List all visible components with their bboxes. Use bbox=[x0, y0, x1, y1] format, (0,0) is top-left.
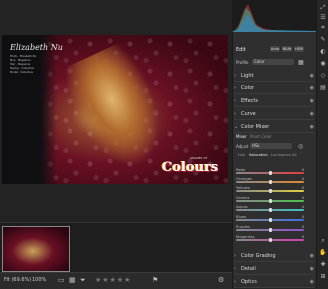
redeye-icon[interactable]: ◉ bbox=[319, 60, 327, 68]
chevron-right-icon: › bbox=[234, 265, 236, 272]
brand-logo: Colours bbox=[162, 160, 219, 175]
settings-icon[interactable]: ⚙ bbox=[218, 276, 224, 284]
targeted-adjust-icon[interactable]: ◎ bbox=[298, 143, 303, 150]
filter-icon[interactable]: ⏷ bbox=[80, 276, 86, 285]
subtab-hue[interactable]: Hue bbox=[238, 153, 245, 157]
profile-browser-icon[interactable]: ▦ bbox=[298, 59, 304, 66]
subtab-saturation[interactable]: Saturation bbox=[249, 153, 268, 157]
mask-icon[interactable]: ◐ bbox=[319, 48, 327, 56]
presets-icon[interactable]: ◇ bbox=[319, 72, 327, 80]
right-toolbar: ⤢ ☰ ⌗ ✎ ◐ ◉ ◇ ▤ ⌕ ✋ ✚ ⊞ bbox=[316, 0, 328, 288]
section-light[interactable]: › Light ◉ bbox=[234, 70, 314, 82]
filmstrip bbox=[0, 222, 232, 273]
auto-button[interactable]: Auto bbox=[270, 46, 280, 52]
slider-magentas[interactable]: Magentas 0 bbox=[236, 234, 304, 242]
main-photo[interactable]: Elizabeth Nu Photo · Elizabeth Nu Mua · … bbox=[2, 35, 228, 184]
filmstrip-thumbnail[interactable] bbox=[2, 226, 70, 272]
slider-handle[interactable] bbox=[268, 198, 272, 203]
status-bar: Fit (69.6%) 100% ▭ ▦ ⏷ ★★★★★ ⚑ ⚙ bbox=[0, 272, 232, 289]
credit-line: Styling · Collective bbox=[10, 67, 35, 70]
chevron-right-icon: › bbox=[234, 97, 236, 104]
flag-icon[interactable]: ⚑ bbox=[152, 276, 158, 284]
slider-greens[interactable]: Greens 0 bbox=[236, 195, 304, 203]
slider-yellows[interactable]: Yellows 0 bbox=[236, 185, 304, 193]
sampler-icon[interactable]: ✚ bbox=[319, 261, 327, 269]
visibility-icon[interactable]: ◉ bbox=[310, 85, 314, 91]
grid-icon[interactable]: ▦ bbox=[69, 276, 76, 284]
credit-line: Mua · Magazine bbox=[10, 59, 31, 62]
credit-line: Photo · Elizabeth Nu bbox=[10, 55, 37, 58]
chevron-down-icon: ⌄ bbox=[234, 123, 239, 130]
profile-select[interactable]: Color bbox=[252, 59, 294, 65]
histogram bbox=[232, 0, 316, 32]
section-effects[interactable]: › Effects ◉ bbox=[234, 95, 314, 107]
chevron-right-icon: › bbox=[234, 72, 236, 79]
filmstrip-icon[interactable]: ▭ bbox=[58, 276, 65, 284]
histogram-graph bbox=[232, 4, 316, 32]
photo-title: Elizabeth Nu bbox=[10, 43, 63, 52]
grid-overlay-icon[interactable]: ⊞ bbox=[319, 273, 327, 281]
section-detail[interactable]: › Detail ◉ bbox=[234, 263, 314, 275]
chevron-right-icon: › bbox=[234, 278, 236, 285]
slider-handle[interactable] bbox=[268, 170, 272, 175]
section-optics[interactable]: › Optics ◉ bbox=[234, 276, 314, 288]
fit-zoom-button[interactable]: Fit (69.6%) bbox=[4, 277, 31, 283]
credit-line: Hair · Magazine bbox=[10, 63, 31, 66]
section-color-mixer[interactable]: ⌄ Color Mixer ◉ bbox=[234, 121, 314, 133]
visibility-icon[interactable]: ◉ bbox=[310, 111, 314, 117]
subtab-luminance[interactable]: Luminance bbox=[271, 153, 291, 157]
hdr-button[interactable]: HDR bbox=[294, 46, 304, 52]
visibility-icon[interactable]: ◉ bbox=[310, 279, 314, 285]
chevron-right-icon: › bbox=[234, 110, 236, 117]
slider-blues[interactable]: Blues 0 bbox=[236, 214, 304, 222]
tab-mixer[interactable]: Mixer bbox=[236, 134, 247, 139]
section-color-grading[interactable]: › Color Grading ◉ bbox=[234, 250, 314, 262]
bw-button[interactable]: B&W bbox=[282, 46, 292, 52]
slider-handle[interactable] bbox=[268, 179, 272, 184]
visibility-icon[interactable]: ◉ bbox=[310, 253, 314, 259]
slider-handle[interactable] bbox=[268, 207, 272, 212]
slider-aquas[interactable]: Aquas 0 bbox=[236, 204, 304, 212]
remove-icon[interactable]: ✎ bbox=[319, 36, 327, 44]
visibility-icon[interactable]: ◉ bbox=[310, 73, 314, 79]
adjust-select[interactable]: HSL bbox=[250, 143, 292, 149]
credit-line: Model · Collective bbox=[10, 71, 33, 74]
section-curve[interactable]: › Curve ◉ bbox=[234, 108, 314, 120]
visibility-icon[interactable]: ◉ bbox=[310, 98, 314, 104]
slider-oranges[interactable]: Oranges 0 bbox=[236, 176, 304, 184]
visibility-icon[interactable]: ◉ bbox=[310, 266, 314, 272]
slider-handle[interactable] bbox=[268, 227, 272, 232]
chevron-right-icon: › bbox=[234, 84, 236, 91]
edit-icon[interactable]: ☰ bbox=[319, 14, 327, 22]
slider-purples[interactable]: Purples 0 bbox=[236, 224, 304, 232]
chevron-right-icon: › bbox=[234, 252, 236, 259]
crop-icon[interactable]: ⌗ bbox=[319, 24, 327, 32]
hand-icon[interactable]: ✋ bbox=[319, 249, 327, 257]
zoom-icon[interactable]: ⌕ bbox=[319, 237, 327, 245]
rating-stars[interactable]: ★★★★★ bbox=[95, 276, 131, 284]
expand-icon[interactable]: ⤢ bbox=[319, 4, 327, 12]
adjust-label: Adjust bbox=[236, 144, 249, 149]
slider-handle[interactable] bbox=[268, 188, 272, 193]
tab-point-color[interactable]: Point Color bbox=[250, 134, 272, 139]
visibility-icon[interactable]: ◉ bbox=[310, 124, 314, 130]
snapshots-icon[interactable]: ▤ bbox=[319, 84, 327, 92]
profile-label: Profile bbox=[236, 60, 249, 65]
edit-title: Edit bbox=[236, 47, 246, 53]
slider-handle[interactable] bbox=[268, 237, 272, 242]
zoom-percent-select[interactable]: 100% bbox=[32, 277, 46, 283]
section-color[interactable]: › Color ◉ bbox=[234, 82, 314, 94]
subtab-all[interactable]: All bbox=[292, 153, 296, 157]
slider-reds[interactable]: Reds 0 bbox=[236, 167, 304, 175]
slider-handle[interactable] bbox=[268, 217, 272, 222]
